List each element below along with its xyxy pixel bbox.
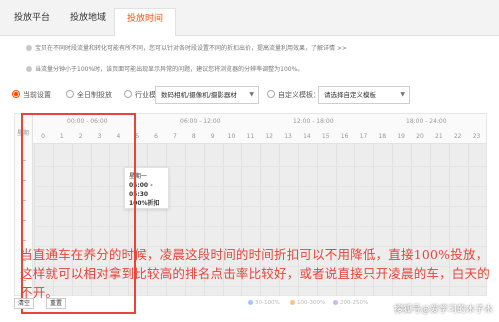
chevron-down-icon: ▼ (249, 91, 254, 98)
hour-label: 11 (246, 133, 255, 140)
option-current[interactable]: 当前设置 (12, 90, 51, 100)
option-current-label: 当前设置 (23, 91, 51, 99)
hour-label: 10 (227, 133, 236, 140)
radio-icon[interactable] (267, 90, 275, 98)
info-icon (26, 45, 32, 51)
info-icon (26, 66, 32, 72)
tab-region[interactable]: 投放地域 (62, 8, 114, 36)
custom-template-value: 请选择自定义模板 (324, 91, 376, 99)
tip-resolution: 当流量分钟小于100%时，该页面可能出现显示异常的问题，建议您将浏览器的分辨率调… (26, 64, 303, 73)
hour-label: 14 (303, 133, 311, 140)
tip-text-1: 宝贝在不同时段流量和转化可能有所不同，您可以针对各时段设置不同的折扣出价，提高流… (35, 45, 347, 52)
industry-template-value: 数码相机/摄像机/摄影器材 (161, 91, 237, 99)
tab-time[interactable]: 投放时间 (114, 8, 176, 36)
range-label: 18:00 - 24:00 (406, 118, 447, 125)
hour-label: 15 (321, 133, 330, 140)
radio-icon[interactable] (66, 90, 74, 98)
hour-label: 8 (191, 133, 196, 140)
top-tab-bar: 投放平台 投放地域 投放时间 (0, 0, 499, 36)
template-options: 当前设置 全日制投放 行业模板： 数码相机/摄像机/摄影器材 ▼ 自定义模板： … (12, 86, 492, 106)
option-custom[interactable]: 自定义模板： (267, 90, 320, 100)
tip-text-2: 当流量分钟小于100%时，该页面可能出现显示异常的问题，建议您将浏览器的分辨率调… (35, 66, 304, 73)
hour-label: 7 (173, 133, 177, 140)
radio-selected-icon[interactable] (12, 90, 20, 98)
tip-discount-info: 宝贝在不同时段流量和转化可能有所不同，您可以针对各时段设置不同的折扣出价，提高流… (26, 43, 347, 52)
hour-label: 17 (359, 133, 368, 140)
hour-label: 22 (453, 133, 462, 140)
option-all-day-label: 全日制投放 (77, 91, 112, 99)
industry-template-select[interactable]: 数码相机/摄像机/摄影器材 ▼ (155, 86, 259, 104)
hour-label: 20 (416, 133, 424, 140)
hour-label: 19 (397, 133, 405, 140)
custom-template-select[interactable]: 请选择自定义模板 ▼ (318, 86, 410, 104)
radio-icon[interactable] (124, 90, 132, 98)
range-label: 12:00 - 18:00 (293, 118, 334, 125)
hour-label: 18 (378, 133, 387, 140)
tab-platform[interactable]: 投放平台 (8, 8, 56, 36)
source-watermark: 搜狐号@爱学习的木子木 (393, 305, 493, 315)
range-label: 06:00 - 12:00 (180, 118, 221, 125)
hour-label: 9 (210, 133, 215, 140)
hour-label: 23 (472, 133, 481, 140)
hour-label: 6 (154, 133, 158, 140)
hour-label: 21 (435, 133, 443, 140)
annotation-caption: 当直通车在养分的时候，凌晨这段时间的时间折扣可以不用降低，直接100%投放，这样… (20, 247, 490, 300)
option-all-day[interactable]: 全日制投放 (66, 90, 112, 100)
hour-label: 13 (284, 133, 292, 140)
hour-label: 12 (265, 133, 273, 140)
hour-label: 16 (340, 133, 349, 140)
chevron-down-icon: ▼ (400, 91, 405, 98)
option-custom-label: 自定义模板： (278, 91, 320, 99)
